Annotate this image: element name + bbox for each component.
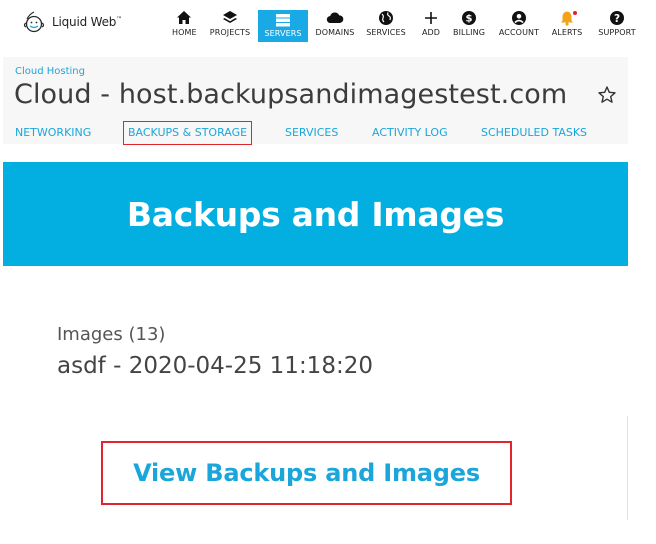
nav-label: SERVERS (264, 29, 302, 38)
favorite-star-icon[interactable] (597, 85, 617, 105)
user-icon (512, 11, 526, 25)
view-backups-button[interactable]: View Backups and Images (101, 441, 512, 505)
alert-indicator (573, 11, 577, 15)
globe-icon (379, 11, 393, 25)
cloud-icon (326, 12, 344, 24)
view-backups-label: View Backups and Images (133, 459, 480, 487)
breadcrumb[interactable]: Cloud Hosting (15, 66, 85, 77)
nav-label: SERVICES (366, 28, 406, 37)
liquid-web-logo-icon (23, 11, 45, 33)
nav-item-support[interactable]: ? SUPPORT (594, 10, 640, 42)
hero-title: Backups and Images (126, 194, 505, 234)
layers-icon (223, 11, 237, 23)
nav-label: HOME (172, 28, 197, 37)
nav-item-alerts[interactable]: ALERTS (550, 10, 584, 42)
latest-image-entry: asdf - 2020-04-25 11:18:20 (57, 353, 373, 379)
nav-item-servers[interactable]: SERVERS (258, 10, 308, 42)
nav-item-projects[interactable]: PROJECTS (206, 10, 254, 42)
server-icon (276, 14, 290, 27)
home-icon (177, 11, 191, 24)
nav-label: BILLING (452, 28, 485, 37)
tab-services[interactable]: SERVICES (285, 123, 338, 143)
top-navigation-bar: Liquid Web™ HOME PROJECTS SERVERS DOMAIN… (0, 0, 656, 46)
tab-scheduled-tasks[interactable]: SCHEDULED TASKS (481, 123, 587, 143)
nav-label: ADD (421, 28, 441, 37)
tab-backups-storage[interactable]: BACKUPS & STORAGE (122, 121, 253, 145)
nav-item-add[interactable]: ADD (420, 10, 442, 42)
nav-label: PROJECTS (209, 28, 251, 37)
nav-label: DOMAINS (315, 28, 355, 37)
tab-networking[interactable]: NETWORKING (15, 123, 91, 143)
divider (627, 416, 628, 520)
nav-item-domains[interactable]: DOMAINS (313, 10, 357, 42)
nav-item-services[interactable]: SERVICES (364, 10, 408, 42)
page-title: Cloud - host.backupsandimagestest.com (14, 79, 568, 110)
svg-text:?: ? (614, 13, 620, 25)
svg-text:$: $ (466, 14, 473, 25)
help-icon: ? (610, 11, 624, 25)
page-header: Cloud Hosting Cloud - host.backupsandima… (3, 57, 628, 145)
liquid-web-logo[interactable]: Liquid Web™ (22, 10, 122, 34)
plus-icon (425, 12, 437, 24)
nav-item-account[interactable]: ACCOUNT (496, 10, 542, 42)
nav-item-billing[interactable]: $ BILLING (450, 10, 488, 42)
brand-name: Liquid Web™ (52, 15, 122, 29)
nav-label: ACCOUNT (498, 28, 540, 37)
dollar-icon: $ (462, 11, 476, 25)
tab-activity-log[interactable]: ACTIVITY LOG (372, 123, 448, 143)
nav-item-home[interactable]: HOME (172, 10, 197, 42)
nav-label: SUPPORT (598, 28, 636, 37)
images-count-label: Images (13) (57, 324, 166, 345)
backups-hero-banner: Backups and Images (3, 162, 628, 266)
nav-label: ALERTS (551, 28, 583, 37)
